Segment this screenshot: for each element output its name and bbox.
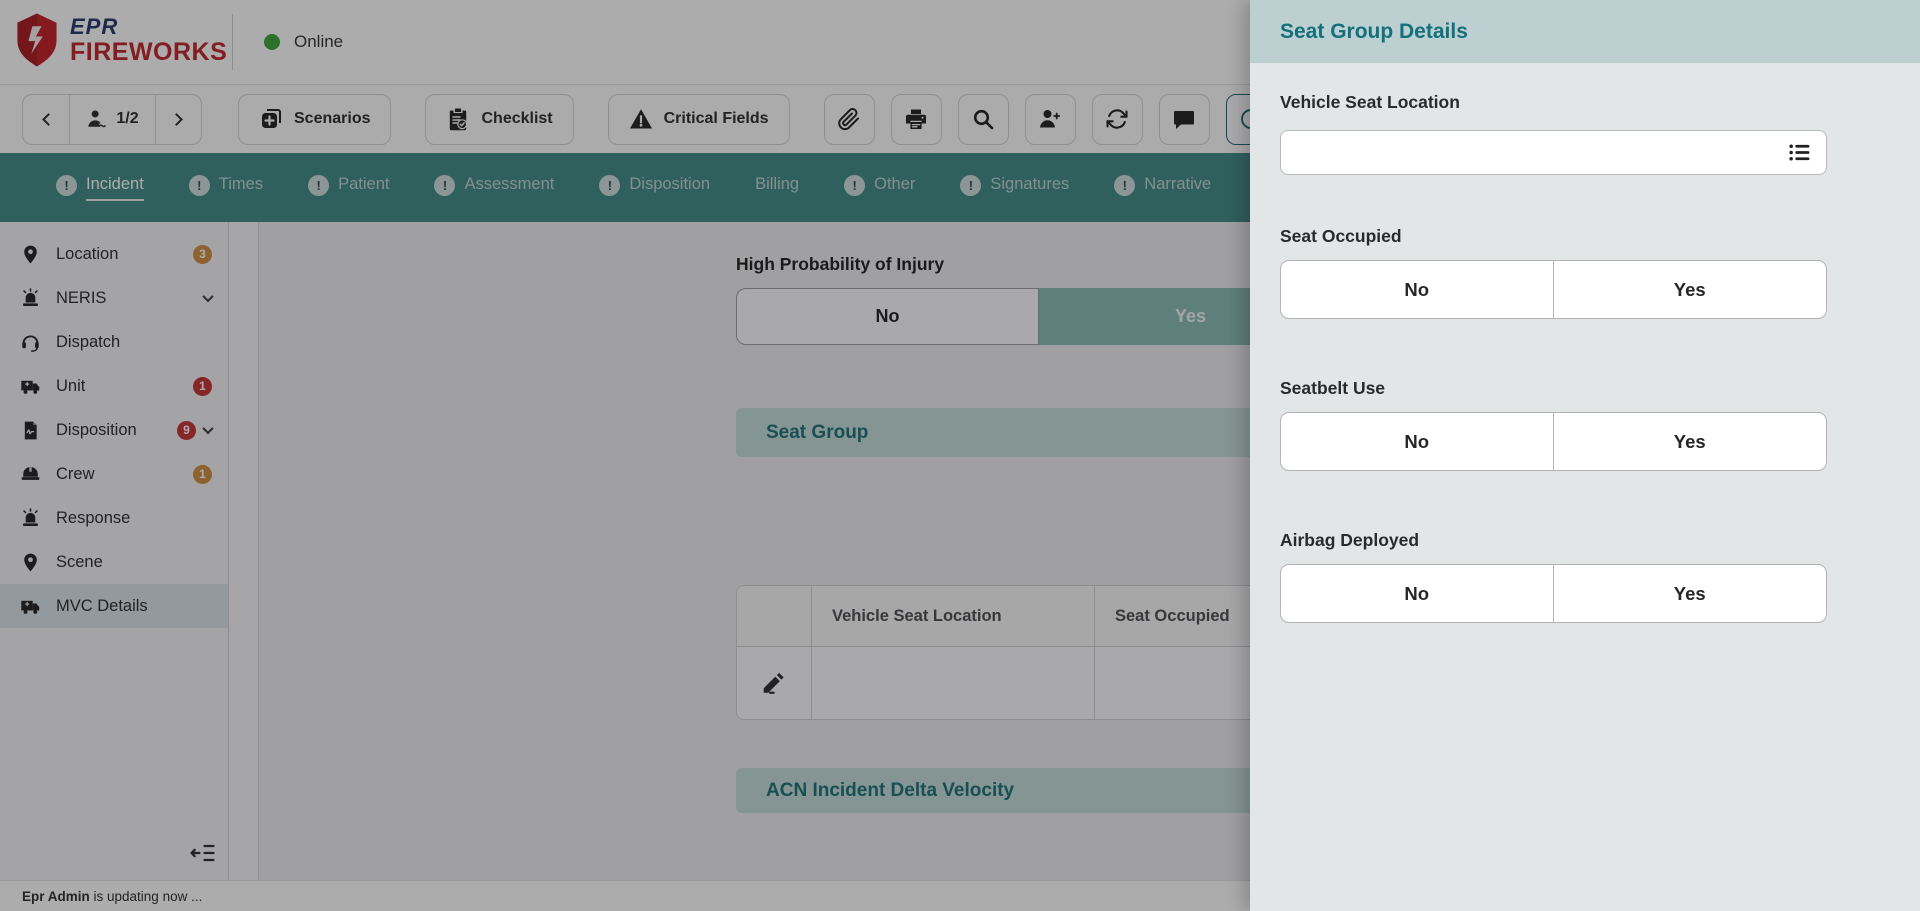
seat-occupied-yes-button[interactable]: Yes (1554, 261, 1827, 318)
modal-dim-overlay[interactable] (0, 0, 1250, 911)
seat-occupied-toggle: No Yes (1280, 260, 1827, 319)
vehicle-seat-location-label: Vehicle Seat Location (1280, 92, 1460, 113)
seat-occupied-no-button[interactable]: No (1281, 261, 1554, 318)
vehicle-seat-location-input[interactable] (1281, 131, 1787, 174)
seatbelt-use-label: Seatbelt Use (1280, 378, 1385, 399)
seatbelt-use-no-button[interactable]: No (1281, 413, 1554, 470)
lookup-list-icon[interactable] (1787, 140, 1812, 165)
seat-occupied-label: Seat Occupied (1280, 226, 1402, 247)
drawer-header: Seat Group Details (1250, 0, 1920, 63)
airbag-deployed-yes-button[interactable]: Yes (1554, 565, 1827, 622)
airbag-deployed-toggle: No Yes (1280, 564, 1827, 623)
seatbelt-use-toggle: No Yes (1280, 412, 1827, 471)
drawer-title: Seat Group Details (1280, 20, 1468, 44)
seat-group-details-drawer: Seat Group Details Vehicle Seat Location… (1250, 0, 1920, 911)
airbag-deployed-no-button[interactable]: No (1281, 565, 1554, 622)
seatbelt-use-yes-button[interactable]: Yes (1554, 413, 1827, 470)
vehicle-seat-location-field (1280, 130, 1827, 175)
airbag-deployed-label: Airbag Deployed (1280, 530, 1419, 551)
